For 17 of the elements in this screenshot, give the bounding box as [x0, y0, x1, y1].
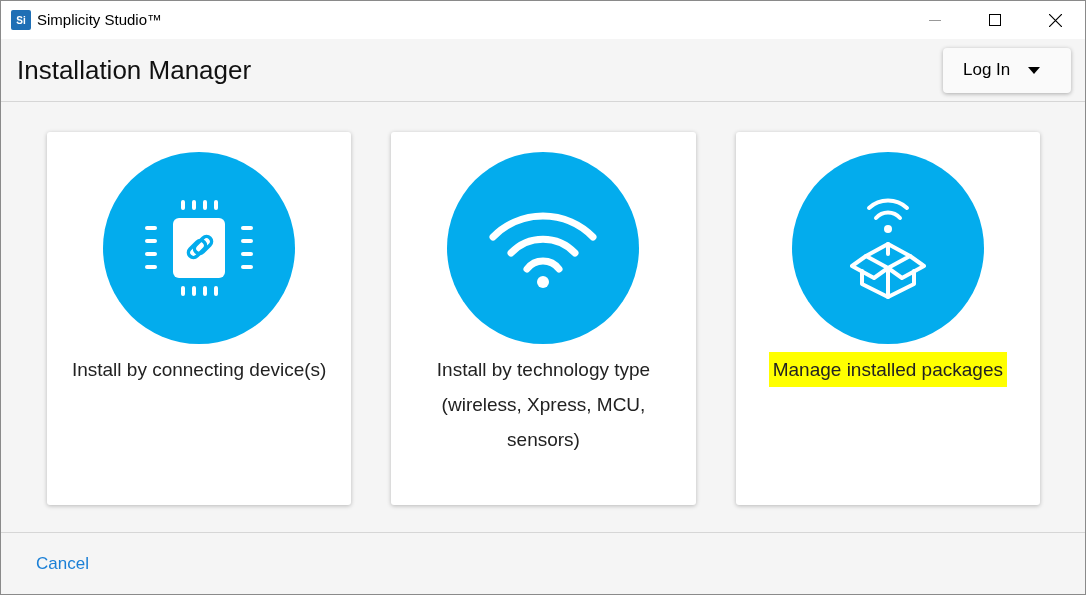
maximize-icon [989, 14, 1001, 26]
wireless-box-icon [847, 196, 928, 300]
card-label: Install by technology type (wireless, Xpress, MCU, sensors) [435, 358, 652, 452]
card-label: Install by connecting device(s) [71, 358, 327, 382]
cancel-button[interactable]: Cancel [36, 550, 89, 577]
card-label: Manage installed packages [768, 352, 1007, 387]
chip-link-icon [143, 200, 256, 296]
close-icon [1048, 13, 1062, 27]
app-logo-icon: Si [11, 10, 31, 30]
login-button[interactable]: Log In [943, 47, 1071, 93]
minimize-icon [929, 19, 941, 21]
option-card[interactable]: Install by connecting device(s) [47, 132, 352, 505]
window-title: Simplicity Studio™ [37, 9, 163, 30]
option-card[interactable]: Manage installed packages [735, 132, 1040, 505]
page-title: Installation Manager [17, 53, 252, 87]
option-card[interactable]: Install by technology type (wireless, Xpress, MCU, sensors) [391, 132, 696, 505]
caret-icon [1028, 66, 1041, 74]
